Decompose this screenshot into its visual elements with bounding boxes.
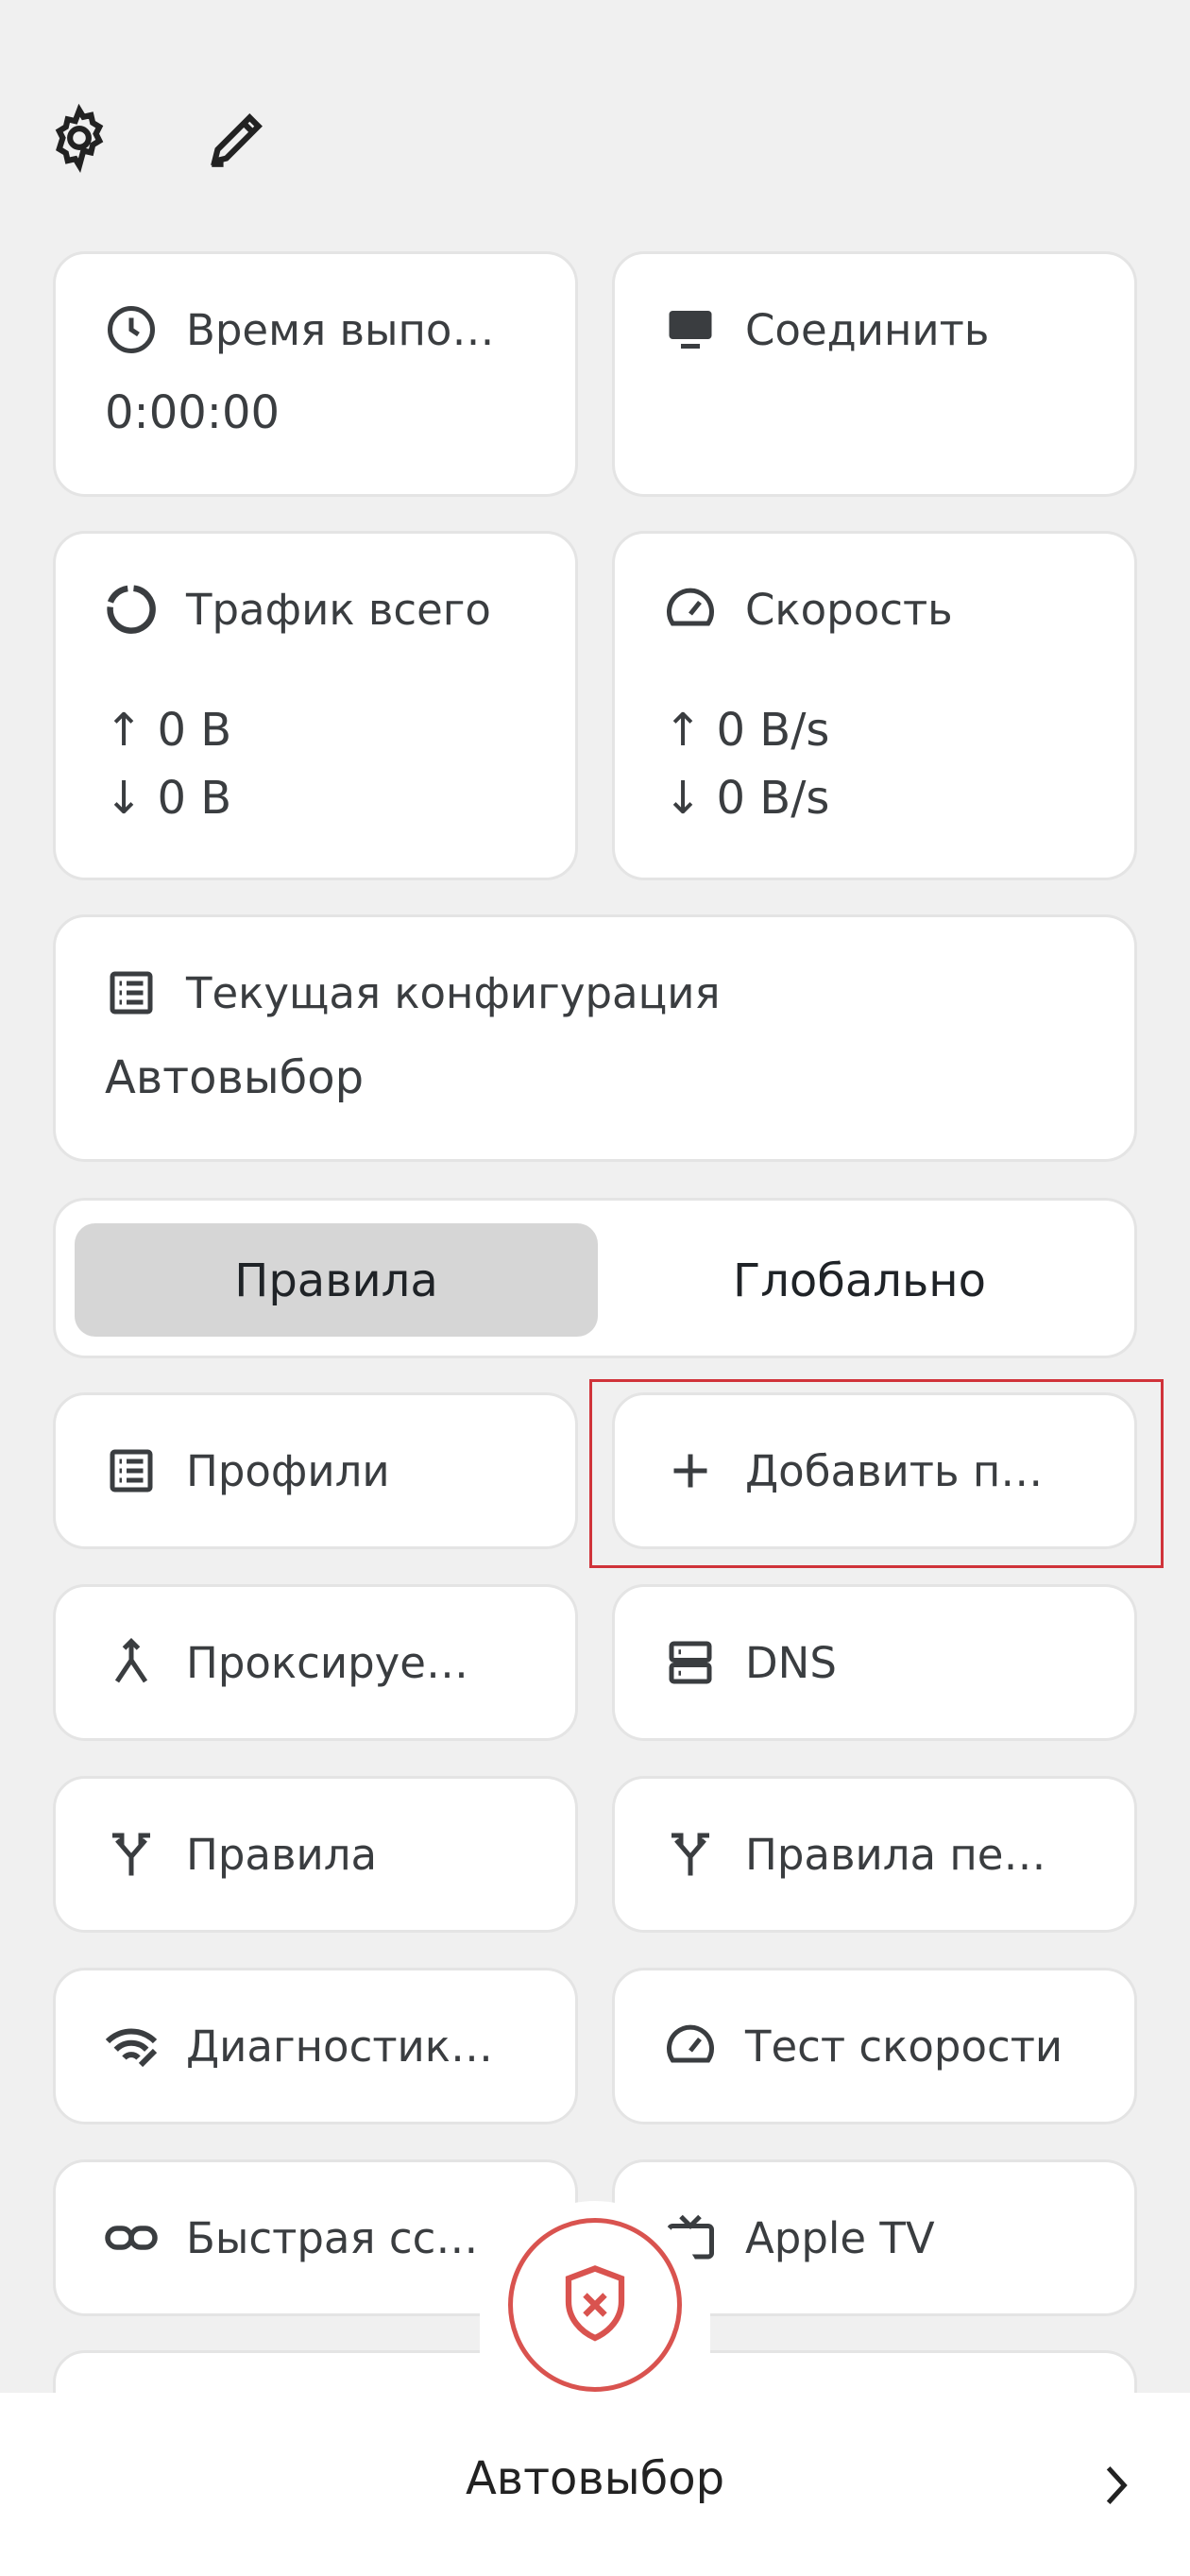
speed-test-label: Тест скорости [745,2021,1063,2072]
list-icon [103,1442,160,1499]
rules-override-button[interactable]: Правила пе… [612,1776,1137,1933]
runtime-value: 0:00:00 [105,386,280,439]
highlight-box [589,1379,1164,1568]
speed-down: ↓ 0 B/s [664,772,830,825]
runtime-card: Время выпо… 0:00:00 [53,251,578,497]
mode-switch: Правила Глобально [53,1198,1137,1358]
quick-link-label: Быстрая сс… [186,2212,479,2263]
speedometer-icon [662,581,719,638]
speed-test-button[interactable]: Тест скорости [612,1968,1137,2124]
connect-title: Соединить [745,304,990,355]
pencil-icon [211,113,263,167]
wifi-off-icon [103,2018,160,2074]
donut-icon [103,581,160,638]
shield-x-icon [565,2265,625,2342]
dns-button[interactable]: DNS [612,1584,1137,1741]
merge-icon [103,1634,160,1691]
config-value: Автовыбор [105,1051,365,1104]
diagnostics-label: Диагностик… [186,2021,493,2072]
server-icon [662,1634,719,1691]
traffic-up: ↑ 0 B [105,704,232,757]
rules-label: Правила [186,1829,378,1880]
edit-button[interactable] [200,100,276,176]
monitor-icon [662,301,719,358]
traffic-title: Трафик всего [186,584,491,635]
link-icon [103,2209,160,2266]
gear-icon [55,103,104,173]
connect-toggle-button[interactable] [508,2218,682,2392]
proxied-label: Проксируе… [186,1637,468,1688]
split-icon [103,1826,160,1883]
proxied-button[interactable]: Проксируе… [53,1584,578,1741]
rules-override-label: Правила пе… [745,1829,1046,1880]
traffic-card: Трафик всего ↑ 0 B ↓ 0 B [53,531,578,880]
profiles-label: Профили [186,1445,390,1496]
speedometer-icon [662,2018,719,2074]
speed-card: Скорость ↑ 0 B/s ↓ 0 B/s [612,531,1137,880]
dns-label: DNS [745,1637,837,1688]
rules-button[interactable]: Правила [53,1776,578,1933]
config-title: Текущая конфигурация [186,967,721,1018]
chevron-right-icon[interactable] [1097,2462,1135,2509]
apple-tv-label: Apple TV [745,2212,935,2263]
clock-icon [103,301,160,358]
speed-title: Скорость [745,584,953,635]
selected-profile-label[interactable]: Автовыбор [0,2452,1190,2505]
mode-global-button[interactable]: Глобально [598,1201,1121,1361]
speed-up: ↑ 0 B/s [664,704,830,757]
connect-card[interactable]: Соединить [612,251,1137,497]
split-icon [662,1826,719,1883]
profiles-button[interactable]: Профили [53,1392,578,1549]
mode-rules-button[interactable]: Правила [75,1201,598,1361]
runtime-title: Время выпо… [186,304,495,355]
config-card[interactable]: Текущая конфигурация Автовыбор [53,914,1137,1162]
diagnostics-button[interactable]: Диагностик… [53,1968,578,2124]
settings-button[interactable] [42,100,117,176]
list-icon [103,964,160,1021]
traffic-down: ↓ 0 B [105,772,232,825]
